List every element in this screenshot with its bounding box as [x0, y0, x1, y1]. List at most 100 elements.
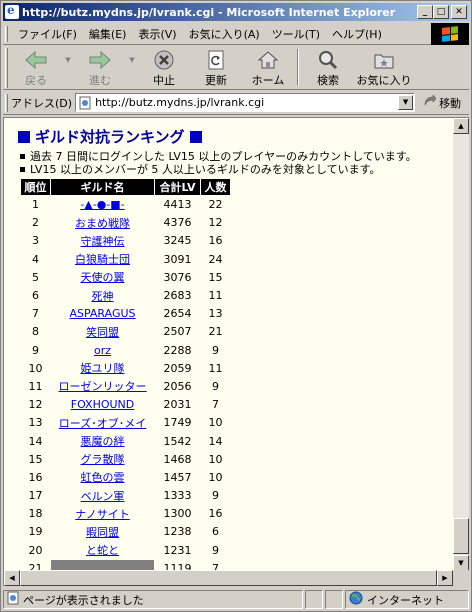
guild-link[interactable]: グラ散隊 [81, 453, 125, 466]
rank-cell: 1 [20, 194, 51, 215]
refresh-icon [204, 49, 228, 71]
table-row: 18 ナノサイト 1300 16 [20, 504, 231, 524]
windows-flag-icon [442, 26, 458, 42]
guild-link[interactable]: おまめ戦隊 [75, 217, 130, 230]
count-cell: 9 [200, 340, 231, 360]
search-label: 検索 [317, 74, 339, 87]
scroll-down-button[interactable]: ▼ [453, 555, 469, 571]
browser-window: http://butz.mydns.jp/lvrank.cgi - Micros… [0, 0, 472, 612]
forward-dropdown[interactable]: ▼ [126, 46, 138, 88]
vertical-scrollbar[interactable]: ▲ ▼ [453, 118, 469, 571]
rank-cell: 16 [20, 467, 51, 488]
status-text: ページが表示されました [23, 593, 144, 607]
favorites-label: お気に入り [356, 74, 412, 87]
heading-square-icon [189, 130, 202, 143]
guild-cell: 笑同盟 [50, 322, 155, 342]
rank-cell: 5 [20, 267, 51, 287]
notes-list: 過去 7 日間にログインした LV15 以上のプレイヤーのみカウントしています。… [18, 150, 453, 176]
guild-link[interactable]: 守護神伝 [81, 235, 125, 248]
menu-edit[interactable]: 編集(E) [83, 26, 133, 42]
toolbar-grip[interactable] [5, 48, 8, 88]
address-dropdown-button[interactable]: ▼ [398, 95, 414, 110]
menu-tools[interactable]: ツール(T) [266, 26, 326, 42]
menu-help[interactable]: ヘルプ(H) [326, 26, 388, 42]
guild-cell: orz [50, 340, 155, 360]
menu-bar: ファイル(F) 編集(E) 表示(V) お気に入り(A) ツール(T) ヘルプ(… [3, 23, 469, 45]
go-label: 移動 [439, 96, 462, 110]
search-button[interactable]: 検索 [302, 46, 354, 88]
guild-link[interactable]: 暇同盟 [86, 526, 119, 539]
heading-square-icon [18, 130, 30, 143]
guild-link[interactable]: と蛇と [86, 544, 119, 557]
menu-favorites[interactable]: お気に入り(A) [183, 26, 266, 42]
address-input[interactable]: http://butz.mydns.jp/lvrank.cgi ▼ [75, 93, 416, 112]
menubar-grip[interactable] [5, 25, 8, 42]
guild-link[interactable]: -▲-●-■- [80, 198, 124, 211]
count-cell: 9 [200, 485, 231, 506]
count-cell: 6 [200, 522, 231, 542]
rank-cell: 11 [20, 376, 51, 397]
guild-link[interactable]: ベルン軍 [81, 490, 125, 503]
forward-button[interactable]: 進む [74, 46, 126, 88]
status-progress-pane [305, 590, 323, 609]
addressbar-grip[interactable] [5, 93, 8, 112]
count-cell: 16 [200, 231, 231, 251]
window-title: http://butz.mydns.jp/lvrank.cgi - Micros… [22, 5, 396, 19]
count-cell: 7 [200, 395, 231, 415]
page-heading: ギルド対抗ランキング [18, 126, 453, 147]
guild-link[interactable]: 笑同盟 [86, 326, 119, 339]
back-dropdown[interactable]: ▼ [62, 46, 74, 88]
minimize-button[interactable]: _ [417, 5, 433, 19]
rank-cell: 3 [20, 231, 51, 251]
rank-cell: 17 [20, 485, 51, 506]
horizontal-scrollbar[interactable]: ◀ ▶ [4, 570, 453, 586]
guild-link[interactable]: 虹色の雲 [81, 471, 125, 484]
table-row: 12 FOXHOUND 2031 7 [20, 395, 231, 415]
home-icon [256, 49, 280, 71]
stop-button[interactable]: 中止 [138, 46, 190, 88]
guild-link[interactable]: 悪魔の絆 [81, 435, 125, 448]
vertical-scroll-thumb[interactable] [453, 518, 469, 554]
guild-link[interactable]: 白狼騎士団 [75, 253, 130, 266]
guild-link[interactable]: ローゼンリッター [59, 380, 147, 393]
count-cell: 13 [200, 304, 231, 324]
home-button[interactable]: ホーム [242, 46, 294, 88]
guild-cell: FOXHOUND [50, 395, 155, 415]
back-button[interactable]: 戻る [10, 46, 62, 88]
title-bar[interactable]: http://butz.mydns.jp/lvrank.cgi - Micros… [3, 3, 469, 21]
menu-file[interactable]: ファイル(F) [12, 26, 83, 42]
guild-cell: 虹色の雲 [50, 467, 155, 488]
total-lv-cell: 3245 [154, 231, 201, 251]
scroll-up-button[interactable]: ▲ [453, 118, 469, 134]
guild-link[interactable]: 天使の翼 [81, 271, 125, 284]
total-lv-cell: 3076 [154, 267, 201, 287]
total-lv-cell: 2654 [154, 304, 201, 324]
rank-cell: 6 [20, 285, 51, 306]
menu-view[interactable]: 表示(V) [132, 26, 182, 42]
ie-icon [5, 3, 19, 19]
rank-cell: 15 [20, 449, 51, 469]
guild-link[interactable]: orz [94, 344, 111, 357]
guild-link[interactable]: 姫ユリ隊 [81, 362, 125, 375]
guild-cell: 白狼騎士団 [50, 249, 155, 269]
guild-link[interactable]: 死神 [92, 290, 114, 303]
close-button[interactable]: ✕ [451, 5, 467, 19]
total-lv-cell: 2288 [154, 340, 201, 360]
maximize-button[interactable]: □ [433, 5, 449, 19]
scroll-right-button[interactable]: ▶ [437, 570, 453, 586]
status-secure-pane [325, 590, 343, 609]
status-pane: ページが表示されました [3, 590, 303, 609]
refresh-button[interactable]: 更新 [190, 46, 242, 88]
guild-link[interactable]: ナノサイト [75, 508, 129, 521]
table-row: 14 悪魔の絆 1542 14 [20, 431, 231, 451]
guild-link[interactable]: ASPARAGUS [69, 307, 135, 320]
home-label: ホーム [251, 74, 285, 87]
guild-link[interactable]: ローズ･オブ･メイ [59, 417, 146, 430]
favorites-button[interactable]: お気に入り [354, 46, 414, 88]
forward-arrow-icon [88, 49, 112, 71]
scroll-left-button[interactable]: ◀ [4, 570, 20, 586]
status-page-icon [6, 591, 20, 608]
go-button[interactable]: 移動 [423, 94, 461, 111]
guild-link[interactable]: FOXHOUND [71, 398, 135, 411]
horizontal-scroll-thumb[interactable] [20, 570, 437, 586]
